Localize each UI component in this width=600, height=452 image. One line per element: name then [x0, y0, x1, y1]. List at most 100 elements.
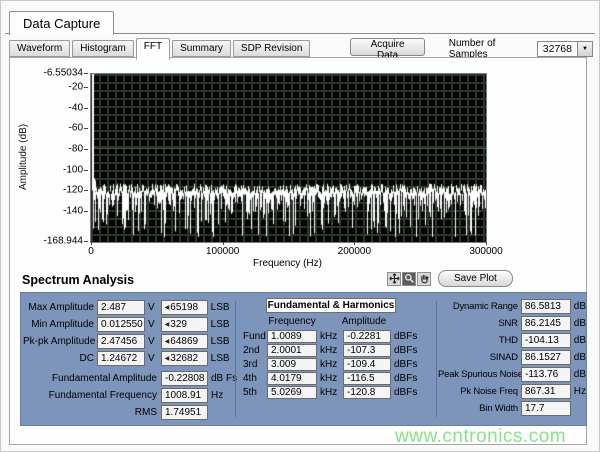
row-fundamental-amplitude: Fundamental Amplitude -0.22808 dB Fs: [23, 371, 237, 386]
fft-plot[interactable]: [90, 73, 487, 243]
unit-label: V: [148, 353, 155, 364]
harmonics-headers: Frequency Amplitude: [243, 316, 435, 327]
harmonics-row-4th: 4th 4.0179 kHz -116.5 dBFs: [243, 372, 435, 385]
watermark: www.cntronics.com: [395, 426, 566, 448]
y-tick-label: -80: [69, 143, 83, 154]
unit-label: LSB: [211, 336, 230, 347]
field-label: Min Amplitude: [23, 319, 97, 330]
field-value: 2.47456: [101, 336, 137, 347]
unit-label: dBFs: [394, 359, 417, 370]
zoom-icon[interactable]: [402, 272, 416, 286]
harmonic4-frequency-field: 4.0179: [267, 372, 317, 385]
field-value: 5.0269: [271, 387, 302, 398]
samples-combobox[interactable]: 32768 ▼: [537, 41, 593, 57]
y-tick-mark: [84, 108, 88, 109]
move-cursor-icon[interactable]: [387, 272, 401, 286]
field-value: -0.22808: [165, 373, 204, 384]
field-value: 1.0089: [271, 331, 302, 342]
row-label: 3rd: [243, 359, 267, 370]
y-tick-mark: [84, 128, 88, 129]
field-value: 3.009: [271, 359, 296, 370]
row-pk-noise-freq: Pk Noise Freq 867.31 Hz: [438, 384, 586, 399]
panel-divider: [436, 301, 437, 417]
y-tick-mark: [84, 170, 88, 171]
bin-width-field: 17.7: [521, 401, 571, 416]
field-value: -109.4: [347, 359, 375, 370]
field-value: 1.24672: [101, 353, 137, 364]
y-tick-label: -100: [63, 164, 83, 175]
y-tick-mark: [84, 149, 88, 150]
snr-field: 86.2145: [521, 316, 571, 331]
field-value: 86.1527: [525, 352, 561, 363]
y-tick-label: -40: [69, 102, 83, 113]
unit-label: dBFs: [394, 345, 417, 356]
min-amplitude-volts-field: 0.012550·: [97, 317, 145, 332]
y-tick-label: -20: [69, 81, 83, 92]
unit-label: Hz: [211, 390, 223, 401]
max-amplitude-lsb-field: ◀65198: [161, 300, 208, 315]
row-fundamental-frequency: Fundamental Frequency 1008.91 Hz: [23, 388, 237, 403]
field-label: Pk Noise Freq: [438, 386, 521, 397]
tab-waveform[interactable]: Waveform: [9, 40, 70, 57]
field-value: 32682: [170, 353, 198, 364]
field-value: 1.74951: [165, 407, 201, 418]
y-axis-ticks: -6.55034-20-40-60-80-100-120-140-168.944: [10, 73, 88, 241]
y-tick-label: -6.55034: [44, 68, 83, 79]
fundamental-frequency-field: 1008.91: [161, 388, 208, 403]
field-value: 17.7: [525, 403, 544, 414]
y-tick-label: -140: [63, 206, 83, 217]
unit-label: LSB: [211, 319, 230, 330]
field-label: SINAD: [438, 352, 521, 363]
pkpk-amplitude-volts-field: 2.47456: [97, 334, 145, 349]
unit-label: dB: [574, 318, 586, 329]
harmonics-row-fund: Fund 1.0089 kHz -0.2281 dBFs: [243, 330, 435, 343]
tab-sdp-revision[interactable]: SDP Revision: [233, 40, 311, 57]
unit-label: V: [148, 336, 155, 347]
row-pkpk-amplitude: Pk-pk Amplitude 2.47456 V ◀64869 LSB: [23, 334, 237, 349]
row-label: 5th: [243, 387, 267, 398]
x-axis-ticks: 0100000200000300000: [90, 242, 487, 258]
unit-label: Hz: [574, 386, 586, 397]
field-label: SNR: [438, 318, 521, 329]
sinad-field: 86.1527: [521, 350, 571, 365]
field-value: -104.13: [525, 335, 559, 346]
dropdown-button[interactable]: ▼: [577, 42, 592, 56]
dc-volts-field: 1.24672: [97, 351, 145, 366]
left-arrow-icon: ◀: [165, 305, 170, 311]
save-plot-button[interactable]: Save Plot: [438, 270, 513, 287]
row-peak-spurious-noise: Peak Spurious Noise -113.76 dB: [438, 367, 586, 382]
field-label: Dynamic Range: [438, 301, 521, 312]
row-dynamic-range: Dynamic Range 86.5813 dB: [438, 299, 586, 314]
unit-label: dBFs: [394, 373, 417, 384]
unit-label: dB: [574, 352, 586, 363]
y-tick-label: -60: [69, 123, 83, 134]
row-min-amplitude: Min Amplitude 0.012550· V ◀329 LSB: [23, 317, 237, 332]
window-title-tab[interactable]: Data Capture: [9, 11, 114, 35]
unit-label: kHz: [320, 331, 342, 342]
chevron-down-icon: ▼: [582, 46, 588, 52]
acquire-data-button[interactable]: Acquire Data: [350, 38, 424, 56]
y-tick-mark: [84, 211, 88, 212]
tab-summary[interactable]: Summary: [172, 40, 231, 57]
amplitude-section: Max Amplitude 2.487 V ◀65198 LSB Min Amp…: [23, 300, 237, 422]
left-arrow-icon: ◀: [165, 356, 170, 362]
tab-bar: Waveform Histogram FFT Summary SDP Revis…: [9, 38, 593, 59]
dynamic-range-field: 86.5813: [521, 299, 571, 314]
rms-field: 1.74951: [161, 405, 208, 420]
harmonic3-amplitude-field: -109.4: [343, 358, 391, 371]
row-dc: DC 1.24672 V ◀32682 LSB: [23, 351, 237, 366]
row-sinad: SINAD 86.1527 dB: [438, 350, 586, 365]
unit-label: dB: [574, 301, 586, 312]
unit-label: kHz: [320, 359, 342, 370]
field-label: Fundamental Amplitude: [23, 373, 161, 384]
field-value: 65198: [170, 302, 198, 313]
field-value: 329: [170, 319, 187, 330]
pan-hand-icon[interactable]: [417, 272, 431, 286]
tab-fft[interactable]: FFT: [136, 38, 170, 60]
tab-histogram[interactable]: Histogram: [72, 40, 134, 57]
field-value: 4.0179: [271, 373, 302, 384]
left-arrow-icon: ◀: [165, 339, 170, 345]
field-value: -0.2281: [347, 331, 381, 342]
amplitude-column-header: Amplitude: [340, 316, 388, 327]
field-label: Fundamental Frequency: [23, 390, 161, 401]
